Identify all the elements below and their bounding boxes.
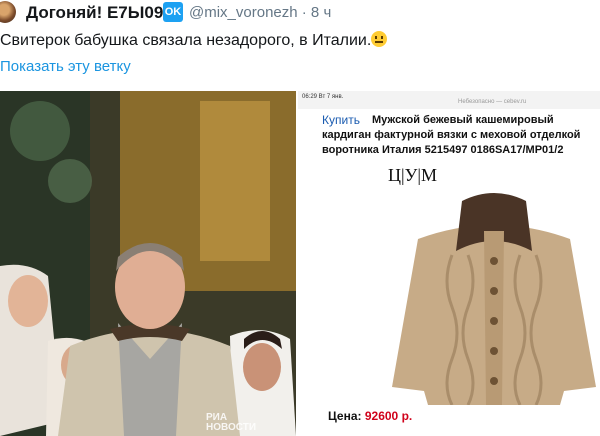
status-time: 06:29 Вт 7 янв.: [302, 94, 344, 100]
tweet-text-content: Свитерок бабушка связала незадорого, в И…: [0, 32, 372, 49]
ria-novosti-watermark: РИА НОВОСТИ: [206, 413, 286, 435]
neutral-face-emoji-icon: [371, 31, 388, 47]
church-photo[interactable]: [0, 91, 296, 436]
church-photo-illustration: [0, 91, 296, 436]
price-value: 92600 р.: [364, 409, 413, 423]
ok-badge-icon: OK: [163, 2, 183, 22]
tweet-header: Догоняй! Е7Ы09 OK @mix_voronezh · 8 ч: [0, 0, 600, 26]
tweet-media[interactable]: 06:29 Вт 7 янв. Небезопасно — cebev.ru К…: [0, 91, 600, 436]
product-title: Мужской бежевый кашемировый кардиган фак…: [322, 114, 581, 156]
price-label: Цена:: [328, 409, 362, 423]
price: Цена: 92600 р.: [328, 409, 412, 423]
avatar[interactable]: [0, 1, 16, 23]
browser-status-bar: 06:29 Вт 7 янв. Небезопасно — cebev.ru: [298, 91, 600, 109]
display-name[interactable]: Догоняй! Е7Ы09: [26, 3, 163, 23]
tsum-logo: Ц|У|М: [388, 165, 437, 185]
product-listing-screenshot[interactable]: 06:29 Вт 7 янв. Небезопасно — cebev.ru К…: [298, 91, 600, 436]
tweet-text: Свитерок бабушка связала незадорого, в И…: [0, 31, 388, 50]
cardigan-image: [392, 193, 596, 405]
show-thread-link[interactable]: Показать эту ветку: [0, 58, 131, 75]
url-bar[interactable]: Небезопасно — cebev.ru: [458, 99, 526, 105]
watermark-line-2: НОВОСТИ: [206, 422, 257, 433]
handle-timestamp[interactable]: @mix_voronezh · 8 ч: [189, 4, 331, 21]
